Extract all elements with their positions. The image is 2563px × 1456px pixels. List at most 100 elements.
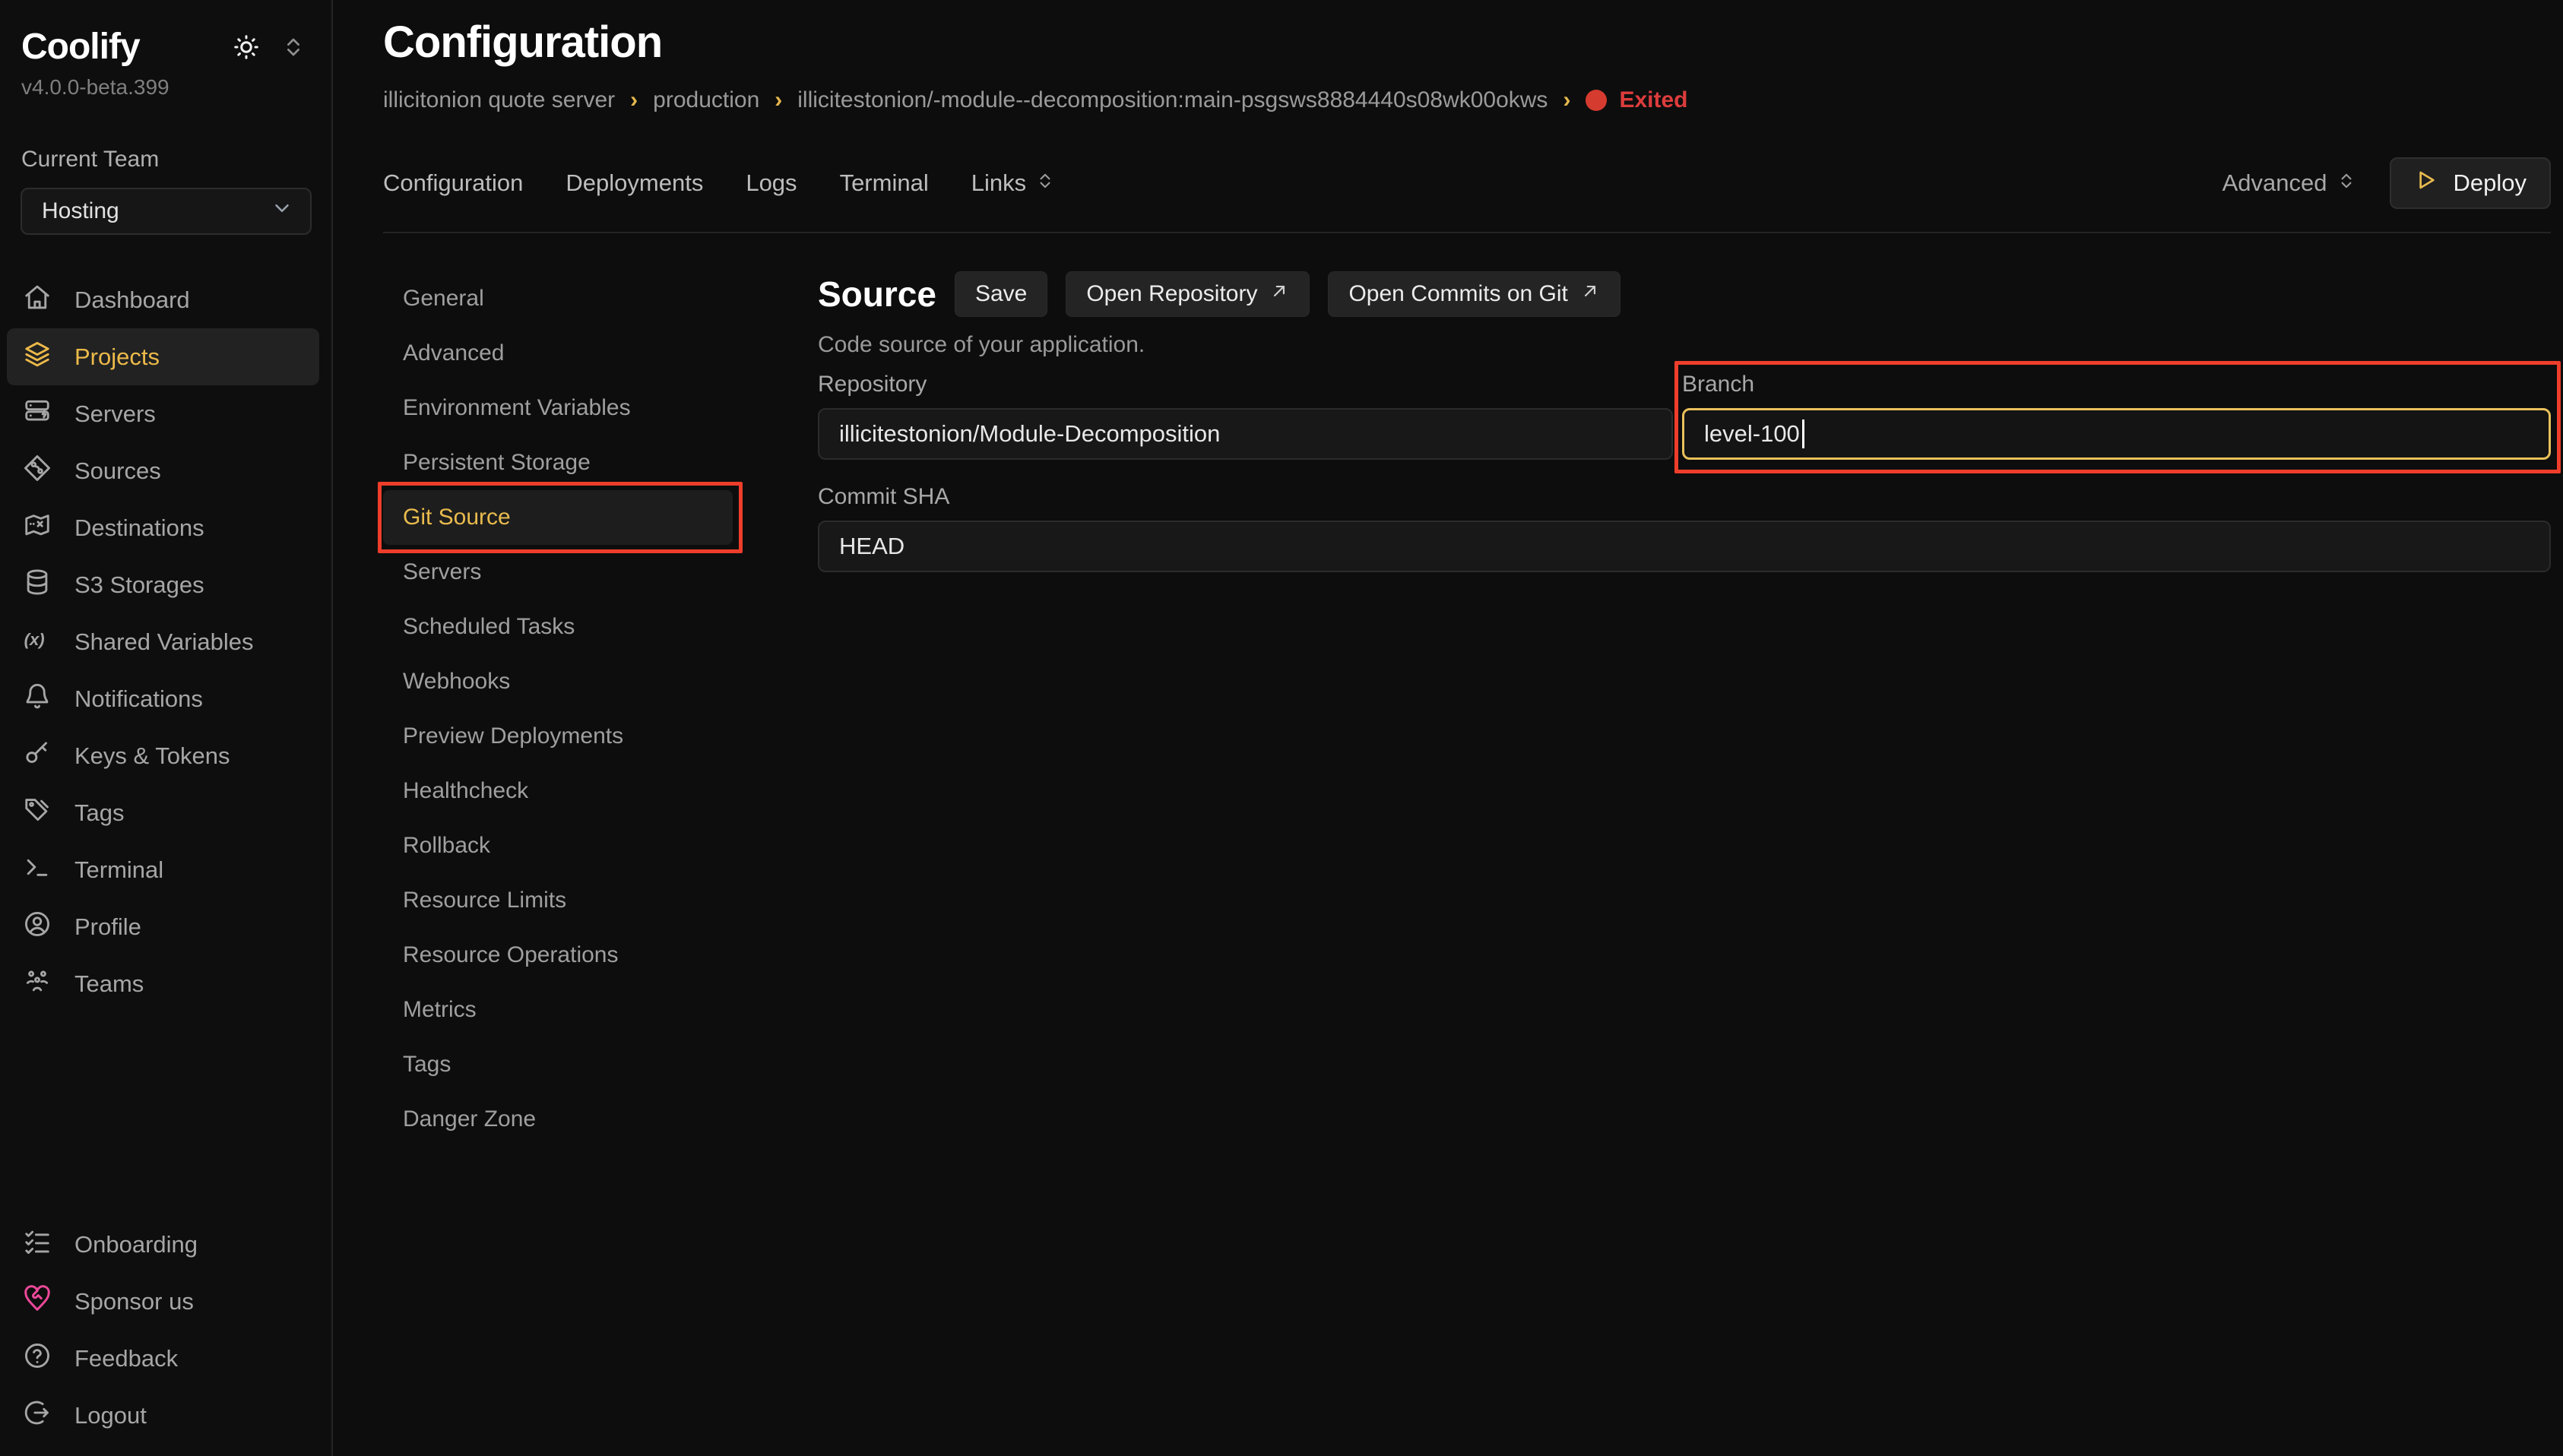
tab-configuration[interactable]: Configuration [383,169,523,197]
panel-title: Source [818,274,936,315]
breadcrumb-separator: › [630,87,638,113]
commit-sha-label: Commit SHA [818,484,2551,510]
breadcrumb-project[interactable]: illicitonion quote server [383,87,615,113]
branch-field-group: Branch level-100 [1682,372,2551,460]
sidebar-item-feedback[interactable]: Feedback [7,1330,319,1387]
status-text: Exited [1619,87,1687,113]
subnav-item-git-source[interactable]: Git Source [383,490,733,545]
sidebar-menu: Dashboard Projects Servers [0,271,331,1012]
repository-field-group: Repository illicitestonion/Module-Decomp… [818,372,1673,460]
terminal-icon [23,853,52,888]
tab-links[interactable]: Links [971,169,1055,197]
open-repository-button[interactable]: Open Repository [1066,271,1310,317]
status-badge: Exited [1586,87,1687,113]
subnav-item-servers[interactable]: Servers [383,545,733,600]
sidebar-item-onboarding[interactable]: Onboarding [7,1216,319,1273]
sidebar-item-notifications[interactable]: Notifications [7,670,319,727]
sidebar-item-destinations[interactable]: Destinations [7,499,319,556]
bell-icon [23,682,52,717]
users-icon [23,967,52,1002]
save-button[interactable]: Save [955,271,1047,317]
subnav-item-persistent-storage[interactable]: Persistent Storage [383,435,733,490]
app-version: v4.0.0-beta.399 [0,68,331,100]
commit-sha-field-group: Commit SHA HEAD [818,484,2551,572]
subnav-item-webhooks[interactable]: Webhooks [383,654,733,709]
tabs-divider [383,232,2551,233]
subnav-item-environment-variables[interactable]: Environment Variables [383,381,733,435]
settings-subnav: General Advanced Environment Variables P… [383,271,733,1147]
svg-text:(x): (x) [24,629,45,648]
subnav-item-rollback[interactable]: Rollback [383,818,733,873]
open-commits-button[interactable]: Open Commits on Git [1328,271,1620,317]
current-team-label: Current Team [0,100,331,173]
team-select[interactable]: Hosting [21,188,312,235]
repository-input[interactable]: illicitestonion/Module-Decomposition [818,408,1673,460]
play-icon [2414,168,2438,198]
subnav-item-danger-zone[interactable]: Danger Zone [383,1092,733,1147]
sidebar-item-sponsor[interactable]: Sponsor us [7,1273,319,1330]
sidebar-item-sources[interactable]: Sources [7,442,319,499]
branch-input[interactable]: level-100 [1682,408,2551,460]
external-link-icon [1269,281,1289,307]
chevrons-up-down-icon [2336,169,2356,197]
breadcrumb-application[interactable]: illicitestonion/-module--decomposition:m… [797,87,1548,113]
panel-description: Code source of your application. [818,332,2551,358]
tab-logs[interactable]: Logs [746,169,797,197]
layers-icon [23,340,52,375]
branch-label: Branch [1682,372,2551,397]
git-source-icon [23,454,52,489]
subnav-item-general[interactable]: General [383,271,733,326]
logout-icon [23,1398,52,1433]
subnav-item-resource-limits[interactable]: Resource Limits [383,873,733,928]
home-icon [23,283,52,318]
breadcrumb-environment[interactable]: production [653,87,759,113]
subnav-item-scheduled-tasks[interactable]: Scheduled Tasks [383,600,733,654]
repository-label: Repository [818,372,1673,397]
breadcrumb-separator: › [775,87,782,113]
checklist-icon [23,1227,52,1262]
subnav-item-preview-deployments[interactable]: Preview Deployments [383,709,733,764]
sidebar-item-profile[interactable]: Profile [7,898,319,955]
deploy-button[interactable]: Deploy [2390,157,2552,209]
sidebar: Coolify v4.0.0-beta.399 Current Team Hos… [0,0,333,1456]
tab-terminal[interactable]: Terminal [840,169,929,197]
server-icon [23,397,52,432]
sidebar-item-terminal[interactable]: Terminal [7,841,319,898]
external-link-icon [1580,281,1600,307]
commit-sha-input[interactable]: HEAD [818,521,2551,572]
help-circle-icon [23,1341,52,1376]
subnav-item-healthcheck[interactable]: Healthcheck [383,764,733,818]
sidebar-collapse-icon[interactable] [281,35,306,59]
subnav-item-resource-operations[interactable]: Resource Operations [383,928,733,983]
main-content: Configuration illicitonion quote server … [334,0,2563,1147]
sidebar-item-servers[interactable]: Servers [7,385,319,442]
variables-icon: (x) [23,625,52,660]
tag-icon [23,796,52,831]
database-icon [23,568,52,603]
app-logo: Coolify [21,26,140,68]
subnav-item-tags[interactable]: Tags [383,1037,733,1092]
status-dot-icon [1586,90,1607,111]
subnav-item-metrics[interactable]: Metrics [383,983,733,1037]
theme-sun-icon[interactable] [233,33,260,61]
sidebar-item-s3-storages[interactable]: S3 Storages [7,556,319,613]
sidebar-footer: Onboarding Sponsor us Feedback [0,1216,331,1444]
breadcrumb-separator: › [1563,87,1570,113]
sidebar-item-shared-variables[interactable]: (x) Shared Variables [7,613,319,670]
sidebar-item-keys-tokens[interactable]: Keys & Tokens [7,727,319,784]
user-circle-icon [23,910,52,945]
sidebar-item-projects[interactable]: Projects [7,328,319,385]
text-cursor [1802,419,1804,448]
team-select-value: Hosting [42,198,119,224]
page-title: Configuration [383,0,2551,68]
breadcrumb: illicitonion quote server › production ›… [383,87,2551,113]
sidebar-item-tags[interactable]: Tags [7,784,319,841]
sidebar-item-teams[interactable]: Teams [7,955,319,1012]
tab-deployments[interactable]: Deployments [566,169,703,197]
heart-handshake-icon [23,1284,52,1319]
sidebar-item-logout[interactable]: Logout [7,1387,319,1444]
tabs-row: Configuration Deployments Logs Terminal … [383,157,2551,209]
subnav-item-advanced[interactable]: Advanced [383,326,733,381]
advanced-dropdown[interactable]: Advanced [2222,169,2356,197]
sidebar-item-dashboard[interactable]: Dashboard [7,271,319,328]
